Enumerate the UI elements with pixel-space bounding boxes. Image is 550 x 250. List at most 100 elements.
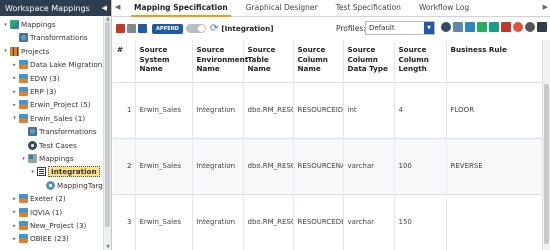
column-header[interactable]: Source Environment Name bbox=[192, 40, 248, 82]
table-cell[interactable]: RESOURCENAME bbox=[293, 137, 344, 194]
column-header[interactable]: # bbox=[113, 40, 136, 82]
append-toggle[interactable] bbox=[185, 24, 206, 33]
table-cell[interactable]: dbo.RM_RESOURCE bbox=[243, 81, 294, 138]
tab-test-specification[interactable]: Test Specification bbox=[327, 3, 410, 16]
expanded-caret-icon[interactable]: ▾ bbox=[29, 169, 36, 175]
column-header[interactable]: Source Column Name bbox=[293, 40, 344, 82]
tree-node[interactable]: Transformations bbox=[20, 126, 97, 137]
toolbar: APPEND ⟳ [Integration] Profiles: Default… bbox=[113, 17, 550, 40]
tab-workflow-log[interactable]: Workflow Log bbox=[410, 3, 478, 16]
tree-node[interactable]: ▸ IQVIA (1) bbox=[11, 207, 62, 218]
tree-node[interactable]: ▸ EDW (3) bbox=[11, 73, 60, 84]
tree-node[interactable]: ▸ New_Project (3) bbox=[11, 220, 86, 231]
tree-node[interactable]: ▸ Erwin_Project (5) bbox=[11, 99, 91, 110]
mapping-grid: # Source System Name Source Environment Na… bbox=[113, 40, 550, 250]
expanded-caret-icon[interactable]: ▾ bbox=[11, 115, 18, 121]
table-cell[interactable]: 1 bbox=[113, 81, 136, 138]
tree-node[interactable]: ▾ Projects bbox=[2, 46, 49, 57]
column-header[interactable]: Source Table Name bbox=[243, 40, 294, 82]
table-cell[interactable]: Erwin_Sales bbox=[135, 193, 193, 250]
settings-gear-icon[interactable] bbox=[441, 22, 451, 32]
validate-icon[interactable] bbox=[489, 22, 499, 32]
table-cell[interactable]: varchar bbox=[343, 193, 395, 250]
tabs-left-arrow-icon[interactable]: ◀ bbox=[115, 3, 120, 11]
share-icon[interactable] bbox=[525, 22, 535, 32]
refresh-icon[interactable]: ⟳ bbox=[210, 23, 218, 34]
table-cell[interactable]: Erwin_Sales bbox=[135, 81, 193, 138]
tree-node[interactable]: ▸ Exeter (2) bbox=[11, 193, 66, 204]
import-icon[interactable] bbox=[465, 22, 475, 32]
table-cell[interactable]: int bbox=[343, 81, 395, 138]
scrollbar-thumb[interactable] bbox=[544, 84, 549, 244]
table-cell[interactable]: dbo.RM_RESOURCE bbox=[243, 137, 294, 194]
table-cell[interactable]: REVERSE bbox=[446, 137, 543, 194]
collapsed-caret-icon[interactable]: ▸ bbox=[11, 236, 18, 242]
tree-node[interactable]: Test Cases bbox=[20, 140, 77, 151]
tree-node-label: EDW (3) bbox=[30, 73, 60, 83]
tab-graphical-designer[interactable]: Graphical Designer bbox=[237, 3, 327, 16]
table-row[interactable]: 1Erwin_SalesIntegrationdbo.RM_RESOURCERE… bbox=[113, 81, 543, 138]
tree-node[interactable]: ▸ OBIEE (23) bbox=[11, 233, 69, 244]
table-cell[interactable]: varchar bbox=[343, 137, 395, 194]
expanded-caret-icon[interactable]: ▾ bbox=[20, 156, 27, 162]
search-icon[interactable] bbox=[453, 22, 463, 32]
table-cell[interactable]: Integration bbox=[192, 81, 244, 138]
collapsed-caret-icon[interactable]: ▸ bbox=[11, 223, 18, 229]
profiles-select[interactable]: Default ▼ bbox=[365, 21, 435, 35]
column-header[interactable]: Source Column Data Type bbox=[343, 40, 395, 82]
table-cell[interactable]: Integration bbox=[192, 137, 244, 194]
tree-node[interactable]: MappingTargets bbox=[38, 180, 111, 191]
collapsed-caret-icon[interactable]: ▸ bbox=[11, 102, 18, 108]
table-cell[interactable] bbox=[446, 193, 543, 250]
collapsed-caret-icon[interactable]: ▸ bbox=[11, 209, 18, 215]
table-cell[interactable]: 2 bbox=[113, 137, 136, 194]
grid-scrollbar[interactable] bbox=[542, 40, 550, 250]
tree-node[interactable]: Transformations bbox=[11, 32, 88, 43]
table-cell[interactable]: RESOURCEID bbox=[293, 81, 344, 138]
tabs-right-arrow-icon[interactable]: ▶ bbox=[543, 3, 548, 11]
table-cell[interactable]: 3 bbox=[113, 193, 136, 250]
table-cell[interactable]: FLOOR bbox=[446, 81, 543, 138]
expanded-caret-icon[interactable]: ▾ bbox=[2, 22, 9, 28]
append-button[interactable]: APPEND bbox=[152, 23, 183, 34]
collapsed-caret-icon[interactable]: ▸ bbox=[11, 75, 18, 81]
chevron-down-icon[interactable]: ▼ bbox=[424, 22, 434, 34]
expanded-caret-icon[interactable]: ▾ bbox=[2, 48, 9, 54]
grid-view-icon[interactable] bbox=[127, 24, 136, 33]
table-cell[interactable]: 100 bbox=[394, 137, 447, 194]
column-header[interactable]: Business Rule bbox=[446, 40, 543, 82]
table-cell[interactable]: 4 bbox=[394, 81, 447, 138]
table-cell[interactable]: Integration bbox=[192, 193, 244, 250]
tree-node[interactable]: ▾ Mappings bbox=[20, 153, 74, 164]
table-cell[interactable]: dbo.RM_RESOURCE bbox=[243, 193, 294, 250]
scroll-down-icon[interactable]: ▼ bbox=[104, 244, 112, 250]
table-row[interactable]: 2Erwin_SalesIntegrationdbo.RM_RESOURCERE… bbox=[113, 137, 543, 194]
target-icon bbox=[46, 180, 55, 190]
profiles-value: Default bbox=[369, 24, 395, 32]
close-circle-icon[interactable] bbox=[513, 22, 523, 32]
delete-icon[interactable] bbox=[501, 22, 511, 32]
tree-node[interactable]: ▸ ERP (3) bbox=[11, 86, 56, 97]
new-mapping-icon[interactable] bbox=[116, 24, 125, 33]
collapse-panel-icon[interactable]: ◀ bbox=[102, 4, 107, 12]
expand-icon[interactable] bbox=[537, 22, 547, 32]
collapsed-caret-icon[interactable]: ▸ bbox=[11, 196, 18, 202]
tree-node[interactable]: ▾ Integration bbox=[29, 166, 100, 178]
collapsed-caret-icon[interactable]: ▸ bbox=[11, 89, 18, 95]
export-excel-icon[interactable] bbox=[477, 22, 487, 32]
column-header[interactable]: Source System Name bbox=[135, 40, 193, 82]
scrollbar-thumb[interactable] bbox=[105, 22, 110, 227]
tab-mapping-specification[interactable]: Mapping Specification bbox=[125, 3, 237, 17]
collapsed-caret-icon[interactable]: ▸ bbox=[11, 62, 18, 68]
table-cell[interactable]: 150 bbox=[394, 193, 447, 250]
table-row[interactable]: 3Erwin_SalesIntegrationdbo.RM_RESOURCERE… bbox=[113, 193, 543, 250]
table-cell[interactable]: Erwin_Sales bbox=[135, 137, 193, 194]
tree-node[interactable]: ▾ Erwin_Sales (1) bbox=[11, 113, 85, 124]
tree-node[interactable]: ▸ Data Lake Migration (3) bbox=[11, 59, 111, 70]
table-cell[interactable]: RESOURCEDESC bbox=[293, 193, 344, 250]
tree-node[interactable]: ▾ Mappings bbox=[2, 19, 56, 30]
tree-scrollbar[interactable]: ▲ ▼ bbox=[103, 16, 111, 250]
tree-node-label: Mappings bbox=[39, 154, 74, 163]
save-icon[interactable] bbox=[138, 24, 147, 33]
column-header[interactable]: Source Column Length bbox=[394, 40, 447, 82]
